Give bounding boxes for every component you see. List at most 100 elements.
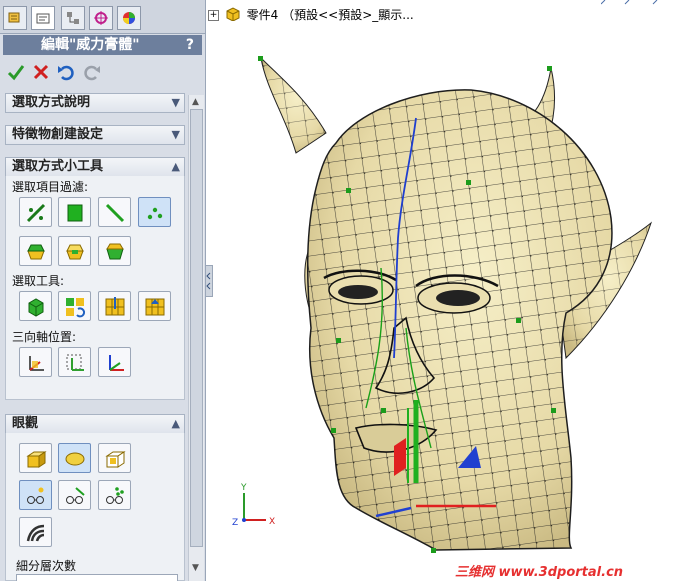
filter-body-mid-button[interactable] [58,236,91,266]
property-icon [36,13,50,24]
close-icon [33,64,49,80]
triad-label: 三向軸位置: [12,330,77,344]
select-all-button[interactable] [19,291,52,321]
graphics-viewport[interactable]: Y X Z [206,28,675,581]
invert-selection-button[interactable] [58,291,91,321]
watermark-url: www.3dportal.cn [498,565,624,580]
cage-box-icon [105,451,126,468]
display-cage-button[interactable] [98,443,131,473]
cube-icon [28,298,44,317]
solid-side-icon [106,243,124,260]
subdivision-label: 細分層次數 [16,559,77,573]
svg-text:X: X [269,517,275,527]
view-edges-button[interactable] [58,480,91,510]
section-title: 選取方式說明 [12,95,91,110]
cancel-button[interactable] [31,62,51,82]
view-vertices-button[interactable] [98,480,131,510]
chevron-up-icon: ▲ [171,417,180,430]
triad-box-icon [66,354,84,371]
shrink-grid-icon [145,298,165,316]
display-shaded-button[interactable] [19,443,52,473]
feature-tree-flyout[interactable]: + 零件4 （預設<<預設>_顯示... [208,6,414,24]
expand-icon[interactable]: + [208,10,219,21]
triad-icon [29,356,44,371]
chevron-up-icon: ▲ [171,160,180,173]
section-feature-settings[interactable]: 特徵物創建設定 ▼ [5,125,185,145]
shaded-box-icon [26,451,47,468]
grow-grid-icon [105,297,125,316]
configuration-icon [67,12,79,24]
solid-body-icon [27,244,45,260]
invert-grid-icon [66,298,86,318]
glasses-edges-icon [66,487,85,504]
points-filter-icon [147,207,163,220]
triad-origin-button[interactable] [19,347,52,377]
undo-button[interactable] [56,62,76,82]
part-icon [225,7,241,24]
left-horn [260,56,327,154]
help-button[interactable]: ? [186,35,194,55]
filter-label: 選取項目過濾: [12,180,89,194]
reference-triad: Y X Z [232,483,275,528]
property-manager-panel: 編輯"威力膏體" ? 選取方式說明 ▼ 特徵物創建設定 ▼ 選取方式小工具 ▲ … [0,0,206,581]
filter-edge-button[interactable] [98,197,131,227]
vertex-filter-icon [26,203,46,223]
filter-body-top-button[interactable] [19,236,52,266]
shrink-selection-button[interactable] [138,291,171,321]
filter-body-bottom-button[interactable] [98,236,131,266]
section-title: 選取方式小工具 [12,159,104,174]
tab-property-manager[interactable] [31,6,55,30]
grow-selection-button[interactable] [98,291,131,321]
view-zebra-button[interactable] [19,517,52,547]
chevron-down-icon: ▼ [171,128,180,141]
section-title: 眼觀 [12,416,39,431]
ok-button[interactable] [6,62,26,82]
viewport-corner-icons[interactable] [600,0,671,11]
watermark: 三维网 www.3dportal.cn [455,561,623,580]
section-title: 特徵物創建設定 [12,127,104,142]
filter-control-point-button[interactable] [138,197,171,227]
action-bar [0,58,190,86]
section-selection-tools[interactable]: 選取方式小工具 ▲ [5,157,185,177]
section-selection-help[interactable]: 選取方式說明 ▼ [5,93,185,113]
edge-filter-icon [105,203,125,223]
scroll-down-icon[interactable]: ▼ [192,563,199,573]
panel-title-bar: 編輯"威力膏體" ? [3,35,202,55]
color-wheel-icon [123,12,135,24]
filter-face-button[interactable] [58,197,91,227]
tab-configuration-manager[interactable] [61,6,85,30]
crosshair-icon [94,11,108,25]
watermark-cn: 三维网 [455,565,495,580]
manager-tabs [0,0,205,34]
scroll-up-icon[interactable]: ▲ [192,97,199,107]
panel-title: 編輯"威力膏體" [41,37,140,53]
tab-dimxpert[interactable] [89,6,113,30]
redo-icon [84,65,100,81]
redo-button[interactable] [82,62,102,82]
zebra-stripes-icon [26,524,45,542]
panel-scrollbar[interactable]: ▲ ▼ [188,95,204,581]
triad-centroid-button[interactable] [58,347,91,377]
display-smooth-button[interactable] [58,443,91,473]
triad-normal-button[interactable] [98,347,131,377]
chevron-down-icon: ▼ [171,96,180,109]
face-filter-icon [67,204,83,222]
checkmark-icon [7,65,25,81]
tab-display-manager[interactable] [117,6,141,30]
feature-tree-icon [8,12,20,23]
scrollbar-thumb[interactable] [190,109,203,547]
undo-icon [58,65,74,81]
section-display[interactable]: 眼觀 ▲ [5,414,185,434]
svg-text:Y: Y [240,483,247,493]
devil-head-model[interactable]: Y X Z [206,28,675,581]
glasses-vertices-icon [106,487,124,504]
tab-feature-manager[interactable] [3,6,27,30]
filter-vertex-button[interactable] [19,197,52,227]
glasses-points-icon [27,487,44,504]
view-points-button[interactable] [19,480,52,510]
solid-face-icon [66,244,84,260]
tools-label: 選取工具: [12,274,65,288]
svg-text:Z: Z [232,518,238,528]
subdivision-slider[interactable] [16,574,178,581]
smooth-ellipse-icon [65,452,85,466]
